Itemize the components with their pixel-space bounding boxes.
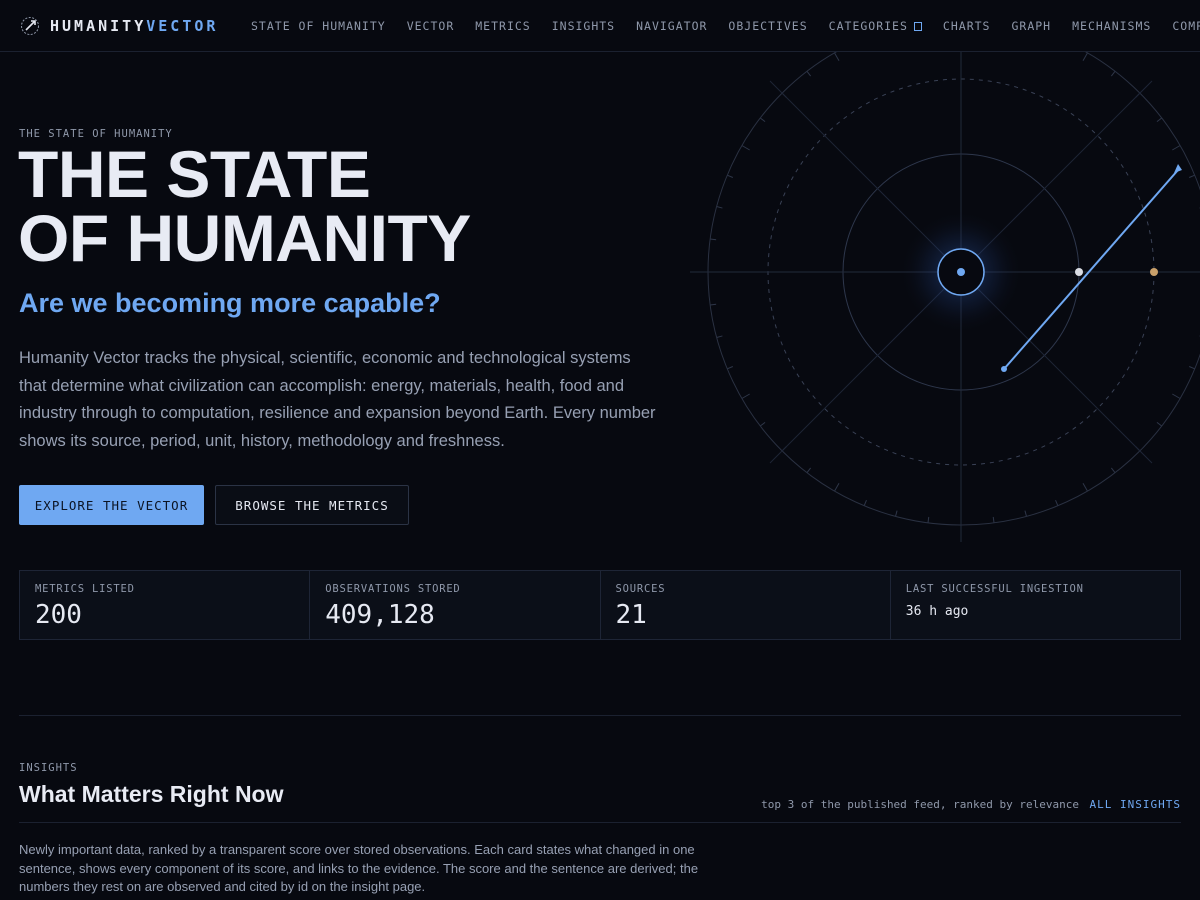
radar-tick — [1156, 421, 1163, 427]
radar-tick — [863, 500, 867, 506]
stat-sources: SOURCES 21 — [601, 571, 891, 639]
radar-tick — [1110, 70, 1116, 77]
radar-tick — [741, 393, 750, 399]
radar-tick — [834, 483, 840, 492]
stat-label: METRICS LISTED — [35, 583, 135, 595]
radar-tick — [1082, 483, 1088, 492]
stat-label: SOURCES — [615, 583, 666, 595]
logo-text-primary: HUMANITY — [50, 17, 147, 35]
stat-value: 200 — [35, 600, 82, 630]
radar-tick — [1024, 510, 1027, 517]
hero-title-line-1: THE STATE — [18, 137, 371, 211]
nav-item-navigator[interactable]: NAVIGATOR — [636, 19, 707, 33]
radar-tick — [759, 117, 766, 123]
stat-observations-stored: OBSERVATIONS STORED 409,128 — [310, 571, 601, 639]
nav-item-vector[interactable]: VECTOR — [407, 19, 455, 33]
stats-bar: METRICS LISTED 200 OBSERVATIONS STORED 4… — [19, 570, 1181, 640]
nav-item-categories[interactable]: CATEGORIES — [829, 19, 922, 33]
radar-tick — [741, 145, 750, 151]
radar-tick — [806, 70, 812, 77]
stat-last-ingestion: LAST SUCCESSFUL INGESTION 36 h ago — [891, 571, 1180, 639]
radar-tick — [1110, 467, 1116, 474]
radar-tick — [710, 238, 717, 241]
hero-description: Humanity Vector tracks the physical, sci… — [19, 349, 656, 450]
insights-eyebrow: INSIGHTS — [19, 762, 78, 774]
insights-description: Newly important data, ranked by a transp… — [19, 842, 699, 894]
radar-tick — [716, 206, 723, 209]
stat-value: 36 h ago — [905, 604, 969, 619]
vector-arrowhead-icon — [1174, 164, 1182, 173]
nav-item-mechanisms[interactable]: MECHANISMS — [1072, 19, 1151, 33]
stat-label: LAST SUCCESSFUL INGESTION — [905, 583, 1084, 595]
hero-title-line-2: OF HUMANITY — [18, 201, 471, 275]
logo[interactable]: HUMANITYVECTOR — [20, 15, 218, 37]
hero-subtitle: Are we becoming more capable? — [19, 288, 441, 318]
nav-item-metrics[interactable]: METRICS — [475, 19, 530, 33]
nav-item-categories-label: CATEGORIES — [828, 19, 908, 33]
nav-item-insights[interactable]: INSIGHTS — [552, 19, 615, 33]
radar-tick — [727, 366, 733, 370]
logo-text: HUMANITYVECTOR — [50, 17, 218, 35]
logo-text-accent: VECTOR — [146, 17, 219, 35]
radar-tick — [895, 510, 898, 517]
nav-item-charts[interactable]: CHARTS — [943, 19, 991, 33]
all-insights-link[interactable]: ALL INSIGHTS — [1090, 798, 1181, 811]
radar-tick — [1172, 145, 1181, 151]
radar-tick — [834, 52, 840, 61]
compass-logo-icon — [21, 17, 39, 35]
radar-tick — [806, 467, 812, 474]
top-nav: HUMANITYVECTOR STATE OF HUMANITY VECTOR … — [0, 0, 1200, 52]
nav-menu: STATE OF HUMANITY VECTOR METRICS INSIGHT… — [251, 19, 1200, 33]
vector-radar-graphic — [690, 52, 1200, 542]
marker-gold-dot — [1150, 268, 1158, 276]
explore-vector-button[interactable]: EXPLORE THE VECTOR — [19, 485, 204, 525]
radar-tick — [1082, 52, 1088, 61]
radar-tick — [727, 174, 733, 178]
radar-tick — [992, 516, 995, 523]
nav-item-compare[interactable]: COMPA — [1172, 19, 1200, 33]
insights-title: What Matters Right Now — [19, 781, 284, 807]
radar-tick — [710, 303, 717, 306]
insights-meta: top 3 of the published feed, ranked by r… — [761, 798, 1079, 811]
hero-title: THE STATE OF HUMANITY — [18, 137, 471, 275]
vector-start-dot — [1001, 366, 1007, 372]
stat-label: OBSERVATIONS STORED — [325, 583, 461, 595]
stat-metrics-listed: METRICS LISTED 200 — [20, 571, 311, 639]
radar-tick — [927, 516, 930, 523]
radar-tick — [1055, 500, 1059, 506]
section-divider — [19, 715, 1181, 716]
radar-tick — [759, 421, 766, 427]
dropdown-box-icon — [913, 21, 922, 31]
radar-tick — [716, 335, 723, 338]
browse-metrics-button[interactable]: BROWSE THE METRICS — [215, 485, 409, 525]
stat-value: 21 — [615, 600, 647, 630]
nav-item-state-of-humanity[interactable]: STATE OF HUMANITY — [251, 19, 386, 33]
radar-tick — [1189, 366, 1195, 370]
radar-tick — [1172, 393, 1181, 399]
radar-tick — [1156, 117, 1163, 123]
marker-white-dot — [1075, 268, 1083, 276]
radar-tick — [1189, 174, 1195, 178]
radar-center-dot — [957, 268, 965, 276]
nav-item-graph[interactable]: GRAPH — [1011, 19, 1051, 33]
nav-item-objectives[interactable]: OBJECTIVES — [728, 19, 807, 33]
insights-divider — [19, 822, 1181, 823]
stat-value: 409,128 — [325, 600, 435, 630]
